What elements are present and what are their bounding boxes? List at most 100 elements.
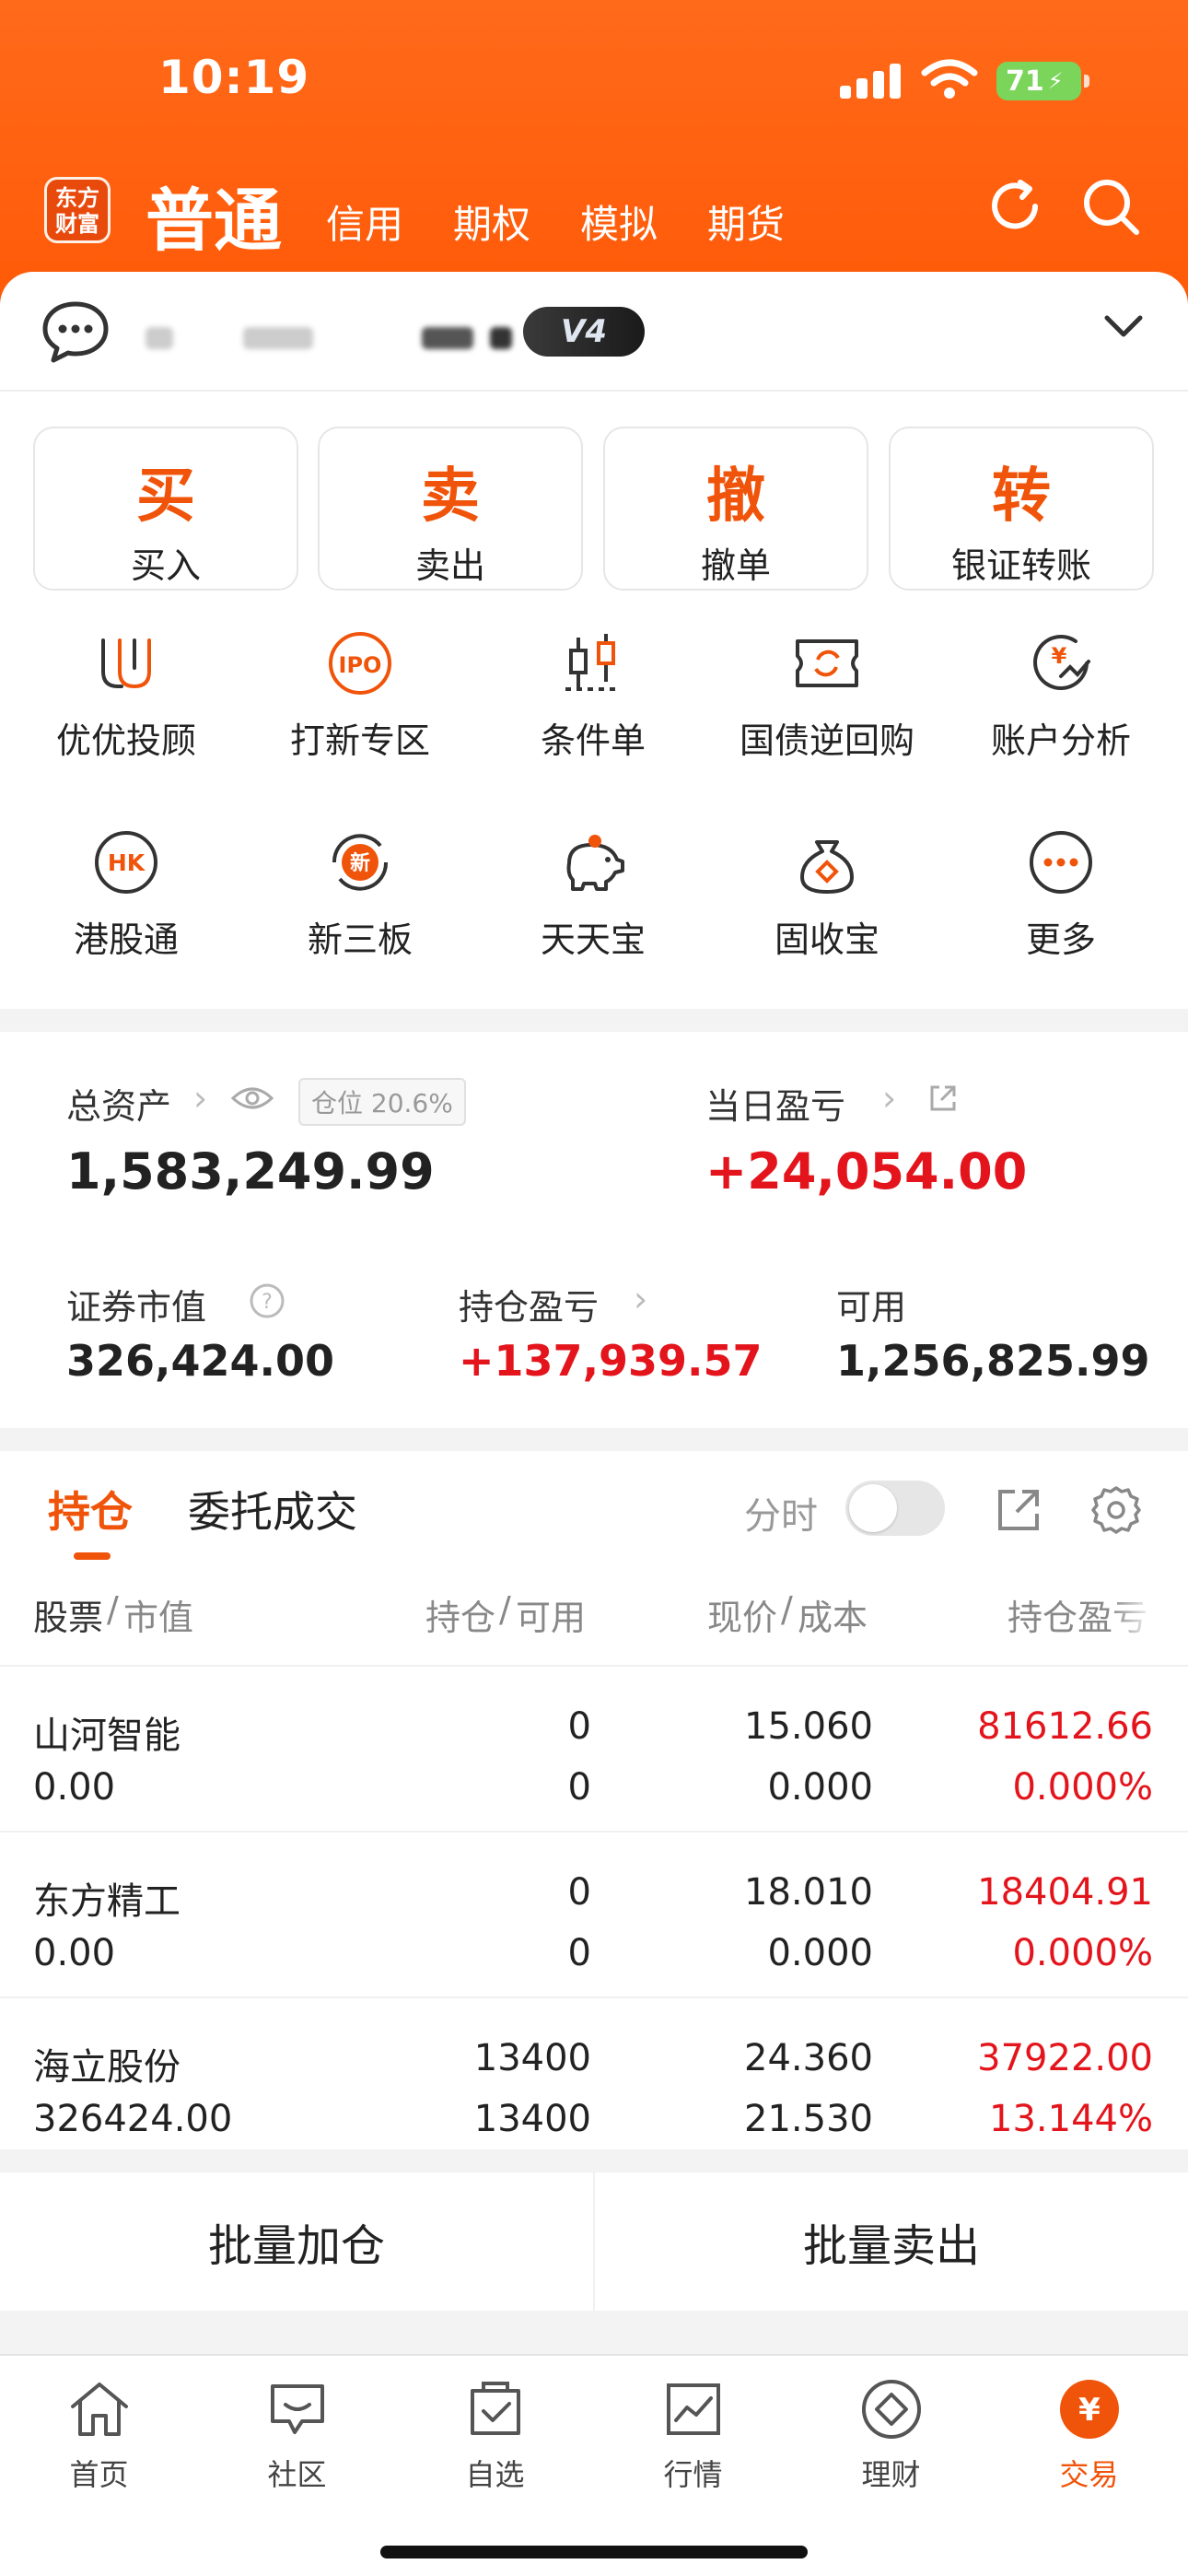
- masked-account-fragment: [146, 327, 173, 349]
- bulk-sell-button[interactable]: 批量卖出: [595, 2172, 1188, 2311]
- watchlist-icon: [470, 2382, 520, 2435]
- svg-text:HK: HK: [108, 849, 146, 876]
- holdings-panel: 持仓 委托成交 分时 股票 / 市值 持仓 / 可用 现价 / 成本 持仓盈亏 …: [0, 1451, 1188, 2149]
- cancel-order-button[interactable]: 撤 撤单: [603, 427, 868, 591]
- stock-position: 13400: [473, 2037, 591, 2079]
- gear-icon[interactable]: [1090, 1484, 1142, 1536]
- holding-pnl-label[interactable]: 持仓盈亏: [459, 1279, 599, 1329]
- func-gushoubao[interactable]: 固收宝: [708, 821, 946, 962]
- tabbar-market[interactable]: 行情: [594, 2372, 792, 2494]
- uu-advisor-icon: [101, 638, 151, 689]
- community-icon: [270, 2384, 324, 2434]
- daily-pnl-value: +24,054.00: [705, 1142, 1028, 1200]
- stock-available: 0: [567, 1766, 591, 1809]
- func-reverse-repo[interactable]: 国债逆回购: [708, 622, 946, 763]
- bulk-actions: 批量加仓 批量卖出: [0, 2172, 1188, 2311]
- total-assets-value: 1,583,249.99: [66, 1142, 435, 1200]
- stock-market-value: 326424.00: [33, 2098, 233, 2140]
- app-header: 10:19 71 ⚡ 东方 财富 普通 信用 期权 模拟 期货: [0, 0, 1188, 304]
- tabbar-community[interactable]: 社区: [198, 2372, 396, 2494]
- table-row[interactable]: 东方精工 0.00 0 0 18.010 0.000 18404.91 0.00…: [0, 1831, 1188, 1996]
- app-logo[interactable]: 东方 财富: [44, 177, 111, 243]
- tabbar-home[interactable]: 首页: [0, 2372, 198, 2494]
- market-icon: [666, 2383, 720, 2435]
- status-bar: 10:19 71 ⚡: [0, 51, 1188, 106]
- chevron-right-icon[interactable]: ›: [634, 1279, 647, 1319]
- tabbar-label: 行情: [663, 2457, 723, 2492]
- chevron-down-icon[interactable]: [1103, 312, 1144, 340]
- stock-available: 0: [567, 1932, 591, 1974]
- header-price: 现价: [707, 1598, 778, 1638]
- sell-label: 卖出: [414, 545, 485, 586]
- battery-indicator: 71 ⚡: [996, 62, 1089, 100]
- stock-available: 13400: [473, 2098, 591, 2140]
- func-label: 固收宝: [774, 919, 879, 960]
- piggy-bank-icon: [566, 835, 624, 891]
- header-stock: 股票: [33, 1598, 104, 1638]
- func-condition-order[interactable]: 条件单: [474, 622, 712, 763]
- status-time: 10:19: [158, 51, 310, 104]
- func-more[interactable]: 更多: [942, 821, 1180, 962]
- stock-pnl: 18404.91: [977, 1871, 1153, 1914]
- eye-icon[interactable]: [230, 1083, 274, 1113]
- stock-price: 24.360: [744, 2037, 873, 2079]
- tab-positions[interactable]: 持仓: [48, 1479, 133, 1540]
- refresh-icon[interactable]: [984, 175, 1046, 238]
- tab-credit[interactable]: 信用: [326, 193, 403, 250]
- func-hk-connect[interactable]: HK 港股通: [7, 821, 245, 962]
- func-account-analysis[interactable]: ¥ 账户分析: [942, 622, 1180, 763]
- func-label: 天天宝: [540, 919, 646, 960]
- tab-options[interactable]: 期权: [453, 193, 530, 250]
- stock-name: 东方精工: [33, 1880, 181, 1923]
- account-selector[interactable]: V4: [0, 272, 1188, 392]
- search-icon[interactable]: [1079, 175, 1144, 240]
- daily-pnl-label[interactable]: 当日盈亏: [705, 1078, 845, 1129]
- masked-account-fragment: [243, 327, 313, 349]
- sell-button[interactable]: 卖 卖出: [318, 427, 583, 591]
- help-icon[interactable]: ?: [249, 1282, 285, 1319]
- stock-market-value: 0.00: [33, 1932, 116, 1974]
- total-assets-label[interactable]: 总资产: [66, 1078, 171, 1129]
- chevron-right-icon[interactable]: ›: [193, 1078, 207, 1118]
- header-market-value: 市值: [123, 1598, 194, 1638]
- tabbar-watchlist[interactable]: 自选: [396, 2372, 594, 2494]
- bottom-tab-bar: 首页 社区 自选 行情 理财 ¥ 交易: [0, 2354, 1188, 2576]
- func-label: 更多: [1025, 919, 1096, 960]
- buy-button[interactable]: 买 买入: [33, 427, 298, 591]
- tab-simulation[interactable]: 模拟: [580, 193, 658, 250]
- bank-transfer-button[interactable]: 转 银证转账: [889, 427, 1154, 591]
- tabbar-wealth[interactable]: 理财: [792, 2372, 990, 2494]
- stock-pnl-percent: 0.000%: [1012, 1932, 1153, 1974]
- func-label: 新三板: [307, 919, 413, 960]
- ipo-icon: IPO: [329, 632, 391, 695]
- home-icon: [70, 2383, 128, 2436]
- share-icon[interactable]: [926, 1082, 960, 1115]
- bulk-add-button[interactable]: 批量加仓: [0, 2172, 593, 2311]
- hk-icon: HK: [95, 831, 157, 894]
- stock-price: 15.060: [744, 1705, 873, 1748]
- stock-pnl: 81612.66: [977, 1705, 1153, 1748]
- home-indicator[interactable]: [380, 2546, 808, 2558]
- asset-summary: 总资产 › 仓位 20.6% 1,583,249.99 当日盈亏 › +24,0…: [0, 1032, 1188, 1428]
- func-tiantianbao[interactable]: 天天宝: [474, 821, 712, 962]
- timeshare-toggle[interactable]: [845, 1481, 945, 1536]
- func-uu-advisor[interactable]: 优优投顾: [7, 622, 245, 763]
- stock-cost: 0.000: [767, 1766, 873, 1809]
- tab-orders-trades[interactable]: 委托成交: [188, 1479, 357, 1540]
- share-icon[interactable]: [995, 1486, 1042, 1534]
- stock-pnl-percent: 13.144%: [989, 2098, 1153, 2140]
- table-row[interactable]: 山河智能 0.00 0 0 15.060 0.000 81612.66 0.00…: [0, 1665, 1188, 1831]
- tabbar-trade[interactable]: ¥ 交易: [990, 2372, 1188, 2494]
- chevron-right-icon[interactable]: ›: [882, 1078, 896, 1118]
- func-neeq[interactable]: 新 新三板: [241, 821, 479, 962]
- header-position: 持仓: [425, 1598, 496, 1638]
- tab-futures[interactable]: 期货: [707, 193, 785, 250]
- header-separator: /: [781, 1589, 793, 1630]
- func-ipo[interactable]: IPO 打新专区: [241, 622, 479, 763]
- header-cost: 成本: [798, 1598, 868, 1638]
- message-icon[interactable]: [41, 299, 111, 364]
- tab-normal[interactable]: 普通: [146, 166, 282, 264]
- func-label: 优优投顾: [55, 720, 196, 761]
- table-row[interactable]: 海立股份 326424.00 13400 13400 24.360 21.530…: [0, 1996, 1188, 2149]
- more-icon: [1030, 831, 1092, 894]
